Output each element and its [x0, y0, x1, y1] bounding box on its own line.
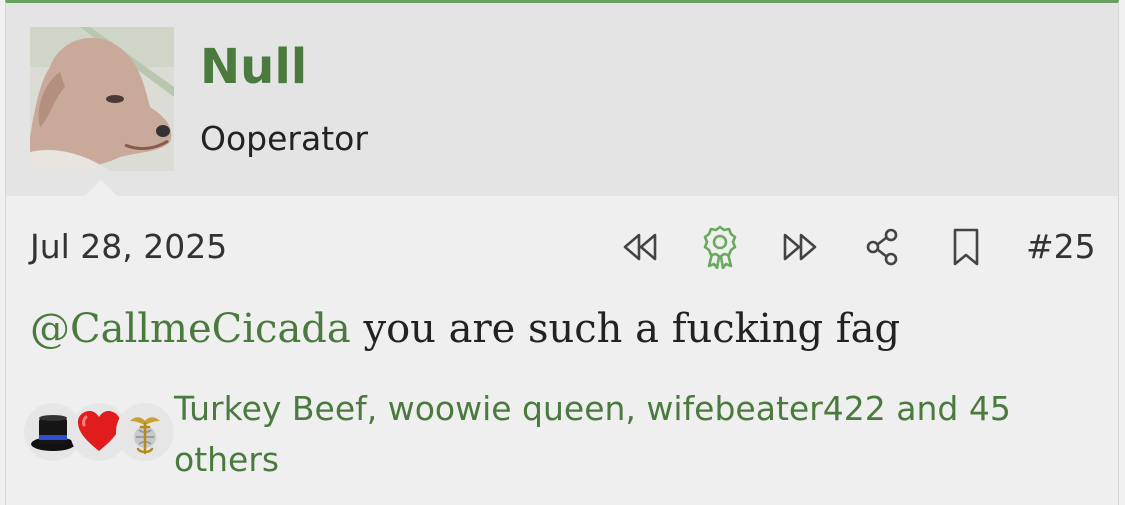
- username[interactable]: Null: [200, 37, 307, 97]
- dog-avatar-image: [30, 27, 174, 171]
- message-text: you are such a fucking fag: [350, 306, 901, 352]
- rewind-button[interactable]: [616, 223, 664, 271]
- rewind-icon: [623, 233, 657, 261]
- user-title: Ooperator: [200, 119, 368, 158]
- fast-forward-button[interactable]: [776, 223, 824, 271]
- reaction-summary-link[interactable]: Turkey Beef, woowie queen, wifebeater422…: [174, 383, 1104, 485]
- reaction-emblem: [116, 403, 174, 461]
- share-button[interactable]: [858, 223, 906, 271]
- user-mention-link[interactable]: @CallmeCicada: [30, 306, 351, 352]
- post-author-header: Null Ooperator: [6, 3, 1118, 196]
- post-number-link[interactable]: #25: [1026, 225, 1096, 269]
- fast-forward-icon: [783, 233, 817, 261]
- reaction-icons[interactable]: [24, 403, 174, 467]
- award-button[interactable]: [696, 223, 744, 271]
- share-icon: [866, 228, 898, 266]
- eagle-globe-anchor-icon: [130, 417, 160, 455]
- post-message: @CallmeCicada you are such a fucking fag: [30, 299, 1100, 359]
- bookmark-button[interactable]: [942, 223, 990, 271]
- award-ribbon-icon: [703, 225, 737, 269]
- post-date[interactable]: Jul 28, 2025: [30, 225, 227, 269]
- forum-post: Null Ooperator Jul 28, 2025 #25 @CallmeC…: [5, 0, 1119, 505]
- header-pointer: [85, 180, 117, 196]
- avatar[interactable]: [30, 27, 174, 171]
- bookmark-icon: [953, 228, 979, 266]
